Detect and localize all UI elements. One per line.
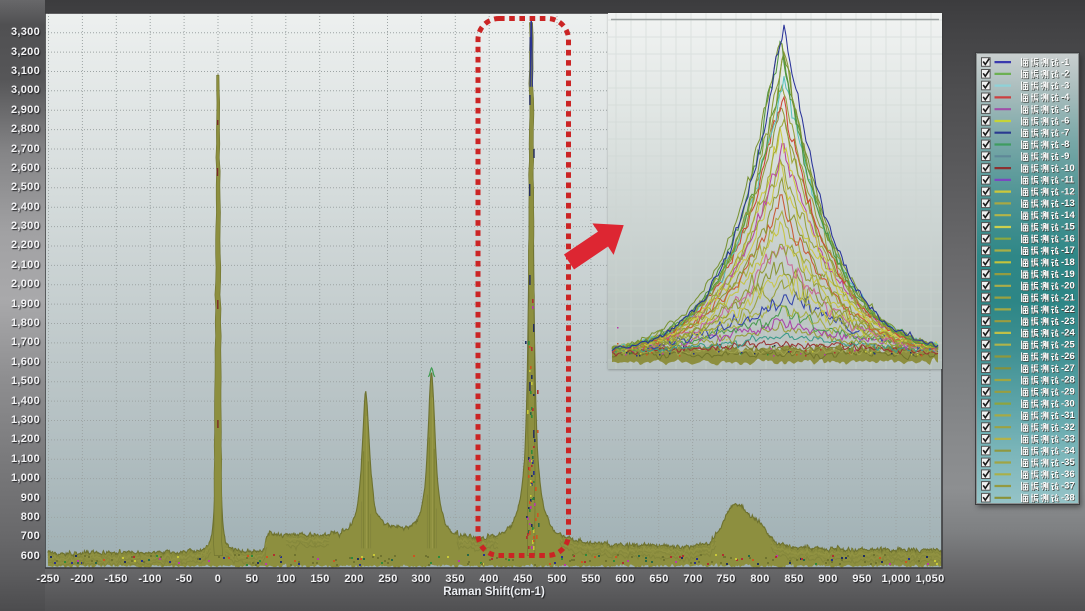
svg-text:-32: -32 (1061, 422, 1075, 433)
svg-text:-3: -3 (1061, 80, 1069, 91)
svg-text:-24: -24 (1061, 328, 1075, 339)
svg-text:-8: -8 (1061, 139, 1069, 150)
svg-text:-19: -19 (1061, 269, 1075, 280)
svg-text:-25: -25 (1061, 339, 1075, 350)
svg-text:-14: -14 (1061, 210, 1075, 221)
svg-text:-13: -13 (1061, 198, 1075, 209)
svg-text:-38: -38 (1061, 493, 1075, 504)
svg-text:-4: -4 (1061, 92, 1070, 103)
svg-text:-10: -10 (1061, 163, 1075, 174)
svg-text:-18: -18 (1061, 257, 1075, 268)
svg-text:-34: -34 (1061, 445, 1075, 456)
svg-text:-5: -5 (1061, 104, 1070, 115)
svg-text:-16: -16 (1061, 233, 1075, 244)
svg-text:-21: -21 (1061, 292, 1075, 303)
svg-text:-33: -33 (1061, 434, 1075, 445)
svg-text:-29: -29 (1061, 387, 1075, 398)
svg-text:-30: -30 (1061, 398, 1075, 409)
svg-text:-31: -31 (1061, 410, 1075, 421)
svg-text:-11: -11 (1061, 175, 1075, 186)
svg-text:-6: -6 (1061, 116, 1069, 127)
svg-text:-23: -23 (1061, 316, 1075, 327)
svg-text:-35: -35 (1061, 457, 1075, 468)
svg-text:-27: -27 (1061, 363, 1075, 374)
svg-text:-17: -17 (1061, 245, 1075, 256)
svg-text:-36: -36 (1061, 469, 1075, 480)
svg-text:-9: -9 (1061, 151, 1069, 162)
svg-text:-2: -2 (1061, 69, 1069, 80)
svg-text:-12: -12 (1061, 186, 1075, 197)
svg-text:-37: -37 (1061, 481, 1075, 492)
svg-text:-28: -28 (1061, 375, 1075, 386)
svg-text:-1: -1 (1061, 57, 1070, 68)
svg-text:-26: -26 (1061, 351, 1075, 362)
svg-text:-20: -20 (1061, 281, 1075, 292)
svg-text:-15: -15 (1061, 222, 1075, 233)
svg-text:-22: -22 (1061, 304, 1075, 315)
svg-text:-7: -7 (1061, 127, 1069, 138)
